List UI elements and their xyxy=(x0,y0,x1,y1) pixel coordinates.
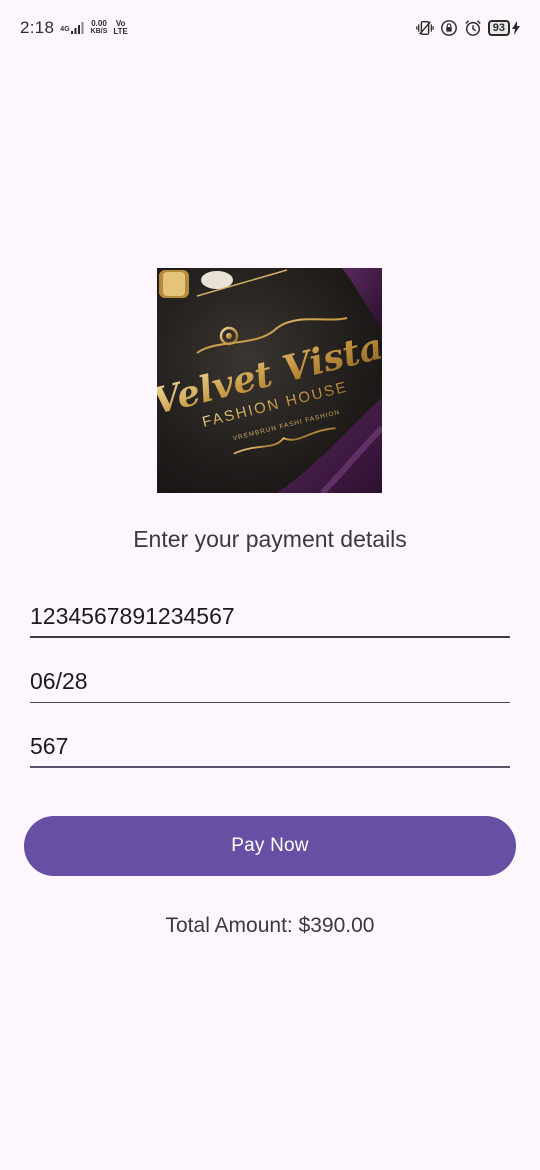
pay-now-button[interactable]: Pay Now xyxy=(24,816,516,876)
data-speed-unit: KB/S xyxy=(90,28,108,35)
total-amount: Total Amount: $390.00 xyxy=(165,914,375,937)
cvv-field[interactable] xyxy=(30,726,510,768)
signal-icon xyxy=(70,22,84,34)
brand-logo-art: Velvet Vista FASHION HOUSE VREMBRUN FASH… xyxy=(157,268,382,493)
status-right: 93 xyxy=(416,19,520,37)
status-time: 2:18 xyxy=(20,18,55,37)
expiry-date-field[interactable] xyxy=(30,661,510,703)
card-number-field[interactable] xyxy=(30,596,510,638)
payment-heading: Enter your payment details xyxy=(133,526,407,552)
alarm-icon xyxy=(465,20,481,36)
battery-level: 93 xyxy=(487,20,510,36)
brand-logo: Velvet Vista FASHION HOUSE VREMBRUN FASH… xyxy=(157,268,382,493)
status-bar: 2:18 4G 0.00 KB/S Vo LTE 93 xyxy=(0,0,540,56)
volte-bottom: LTE xyxy=(113,27,128,36)
data-speed-value: 0.00 xyxy=(91,19,107,28)
network-type: 4G xyxy=(60,22,84,34)
status-left: 2:18 4G 0.00 KB/S Vo LTE xyxy=(20,18,128,38)
battery-icon: 93 xyxy=(487,20,520,36)
volte-indicator: Vo LTE xyxy=(113,20,128,36)
data-speed: 0.00 KB/S xyxy=(91,20,108,36)
network-type-label: 4G xyxy=(60,26,70,33)
charging-icon xyxy=(512,21,520,35)
vibrate-icon xyxy=(416,20,434,36)
lock-rotation-icon xyxy=(440,20,457,36)
